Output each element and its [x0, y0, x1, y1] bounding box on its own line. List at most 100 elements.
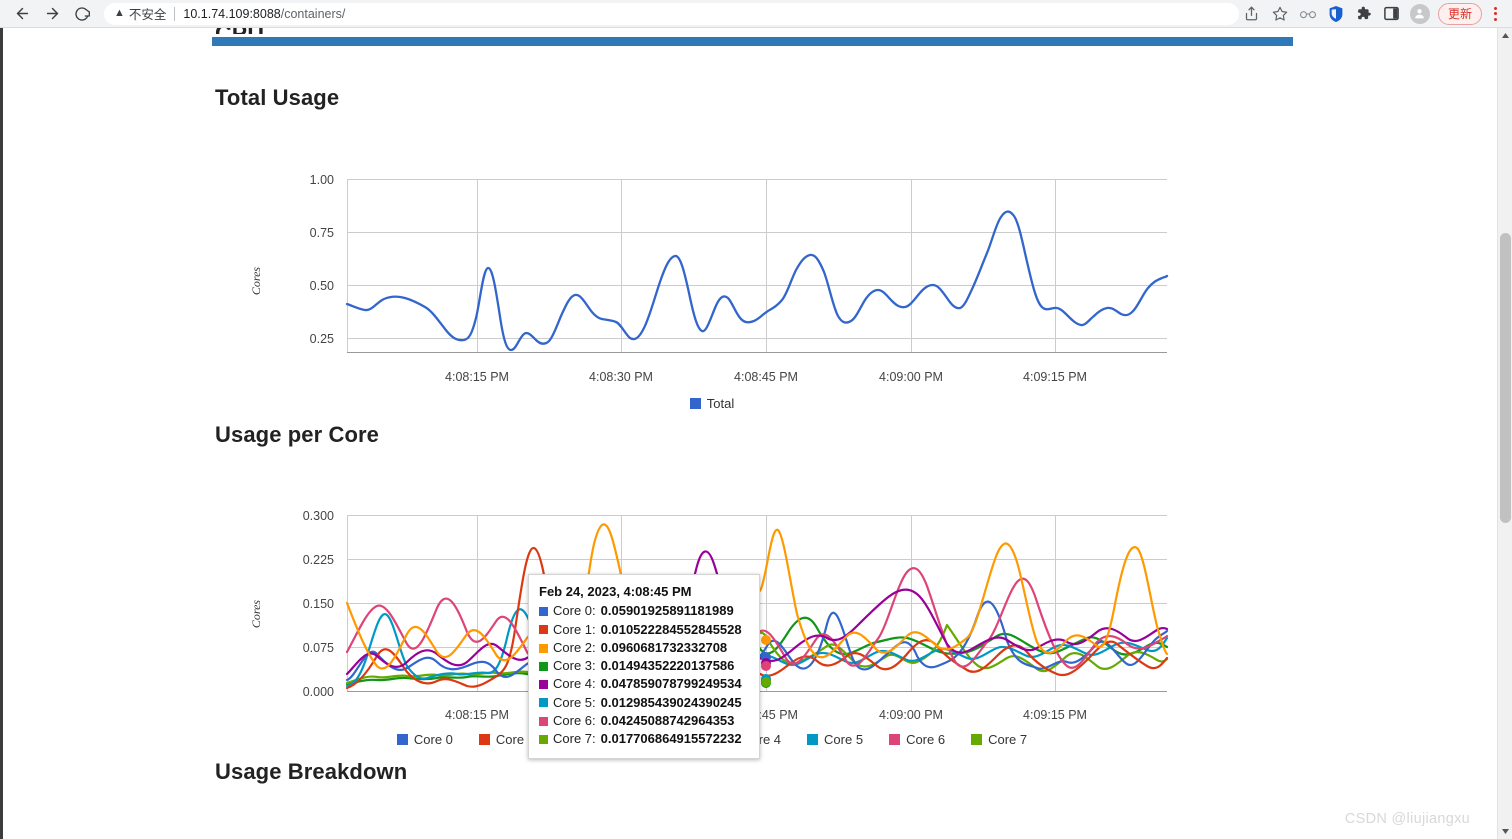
y-tick: 0.225 [303, 553, 334, 567]
back-arrow-icon[interactable] [8, 0, 36, 28]
share-icon[interactable] [1239, 1, 1265, 27]
glasses-icon[interactable] [1295, 1, 1321, 27]
watermark: CSDN @liujiangxu [1344, 811, 1470, 827]
usage-breakdown-svg: 0.8 [212, 813, 1212, 839]
tooltip-swatch-icon [539, 735, 548, 745]
side-panel-icon[interactable] [1379, 1, 1405, 27]
legend-swatch-icon [689, 398, 701, 409]
tooltip-value: 0.04245088742964353 [600, 713, 735, 729]
legend-item-total[interactable]: Total [689, 396, 735, 411]
tooltip-swatch-icon [539, 606, 548, 616]
tooltip-value: 0.05901925891181989 [600, 603, 734, 619]
scroll-up-arrow-icon[interactable] [1498, 28, 1512, 43]
legend-item-core-6[interactable]: Core 6 [889, 732, 945, 747]
legend-swatch-icon [889, 734, 901, 745]
chart-usage-breakdown[interactable]: 0.8 [212, 813, 1212, 839]
y-axis-label: Cores [249, 600, 263, 629]
cadvisor-page: CPU Total Usage Cores 1.00 0.75 0.50 0.2… [3, 28, 1497, 839]
tooltip-swatch-icon [539, 698, 548, 708]
forward-arrow-icon[interactable] [38, 0, 66, 28]
x-tick: 4:09:00 PM [879, 370, 943, 384]
hover-points [761, 635, 771, 688]
vertical-scrollbar[interactable] [1497, 28, 1512, 839]
legend-item-core-7[interactable]: Core 7 [971, 732, 1027, 747]
x-tick: 4:09:15 PM [1023, 370, 1087, 384]
navigation-buttons [0, 0, 96, 28]
update-button[interactable]: 更新 [1437, 2, 1482, 25]
tooltip-row: Core 4: 0.047859078799249534 [539, 675, 750, 693]
y-axis-label: Cores [249, 267, 263, 296]
legend-item-core-1[interactable]: Core 1 [478, 732, 535, 747]
grid-vertical [347, 179, 1056, 352]
chart-tooltip: Feb 24, 2023, 4:08:45 PM Core 0: 0.05901… [528, 574, 760, 759]
x-axis-ticks: 4:08:15 PM 4:08:30 PM 4:08:45 PM 4:09:00… [212, 370, 1212, 390]
tooltip-row: Core 6: 0.04245088742964353 [539, 712, 750, 730]
tooltip-swatch-icon [539, 680, 548, 690]
tooltip-row: Core 5: 0.012985439024390245 [539, 694, 750, 712]
legend-label: Total [706, 396, 735, 411]
warning-triangle-icon: ▲ [114, 7, 125, 19]
tooltip-row: Core 0: 0.05901925891181989 [539, 602, 750, 620]
x-tick: 4:08:15 PM [445, 708, 509, 722]
grid-horizontal [347, 179, 1167, 339]
scrollbar-thumb[interactable] [1500, 233, 1511, 523]
extensions-puzzle-icon[interactable] [1351, 1, 1377, 27]
y-tick: 0.075 [303, 641, 334, 655]
scroll-down-arrow-icon[interactable] [1498, 824, 1512, 839]
tooltip-value: 0.0960681732332708 [600, 639, 728, 655]
kebab-menu-icon[interactable] [1484, 1, 1506, 27]
tooltip-label: Core 7: [553, 731, 596, 747]
section-title-total-usage: Total Usage [215, 85, 340, 110]
header-accent-bar [212, 37, 1293, 46]
legend-item-core-0[interactable]: Core 0 [396, 732, 453, 747]
section-title-usage-per-core: Usage per Core [215, 422, 380, 447]
y-tick: 1.00 [310, 173, 334, 187]
profile-avatar[interactable] [1407, 1, 1433, 27]
tooltip-value: 0.010522284552845528 [600, 621, 742, 637]
toolbar-actions: 更新 [1239, 1, 1512, 27]
url-text: 10.1.74.109:8088/containers/ [183, 7, 345, 21]
address-bar[interactable]: ▲ 不安全 10.1.74.109:8088/containers/ [104, 2, 1239, 25]
tooltip-label: Core 0: [553, 603, 596, 619]
tooltip-label: Core 5: [553, 694, 596, 710]
legend-swatch-icon [807, 734, 819, 745]
shield-icon[interactable] [1323, 1, 1349, 27]
browser-toolbar: ▲ 不安全 10.1.74.109:8088/containers/ 更新 [0, 0, 1512, 28]
legend-swatch-icon [478, 734, 490, 745]
tooltip-swatch-icon [539, 625, 548, 635]
y-tick: 0.000 [303, 685, 334, 699]
avatar-circle [1409, 3, 1430, 24]
legend-label: Core 5 [824, 732, 864, 747]
bookmark-star-icon[interactable] [1267, 1, 1293, 27]
tooltip-swatch-icon [539, 716, 548, 726]
legend-item-core-5[interactable]: Core 5 [807, 732, 863, 747]
tooltip-value: 0.012985439024390245 [600, 694, 742, 710]
tooltip-label: Core 4: [553, 676, 596, 692]
tooltip-title: Feb 24, 2023, 4:08:45 PM [539, 584, 692, 599]
x-tick: 4:08:30 PM [589, 370, 653, 384]
security-label: 不安全 [128, 8, 167, 22]
chart-total-usage[interactable]: Cores 1.00 0.75 0.50 0.25 4:08:15 PM 4:0… [212, 148, 1212, 398]
legend-label: Core 7 [988, 732, 1028, 747]
y-tick: 0.25 [310, 332, 334, 346]
section-title-usage-breakdown: Usage Breakdown [215, 759, 408, 784]
tooltip-row: Core 3: 0.01494352220137586 [539, 657, 750, 675]
legend-label: Core 0 [413, 732, 453, 747]
omnibox-divider [174, 6, 176, 21]
page-viewport: CPU Total Usage Cores 1.00 0.75 0.50 0.2… [0, 28, 1512, 839]
y-tick: 0.300 [303, 509, 334, 523]
tooltip-row: Core 7: 0.017706864915572232 [539, 730, 750, 748]
y-tick: 0.75 [310, 226, 334, 240]
reload-icon[interactable] [68, 0, 96, 28]
tooltip-label: Core 6: [553, 713, 596, 729]
tooltip-swatch-icon [539, 661, 548, 671]
legend-swatch-icon [396, 734, 408, 745]
scrolled-heading: CPU [215, 28, 335, 34]
security-warning[interactable]: ▲ 不安全 [114, 4, 166, 23]
legend-label: Core 6 [906, 732, 946, 747]
tooltip-row: Core 2: 0.0960681732332708 [539, 639, 750, 657]
tooltip-label: Core 3: [553, 658, 596, 674]
x-tick: 4:08:15 PM [445, 370, 509, 384]
y-tick: 0.150 [303, 597, 334, 611]
tooltip-value: 0.047859078799249534 [600, 676, 742, 692]
